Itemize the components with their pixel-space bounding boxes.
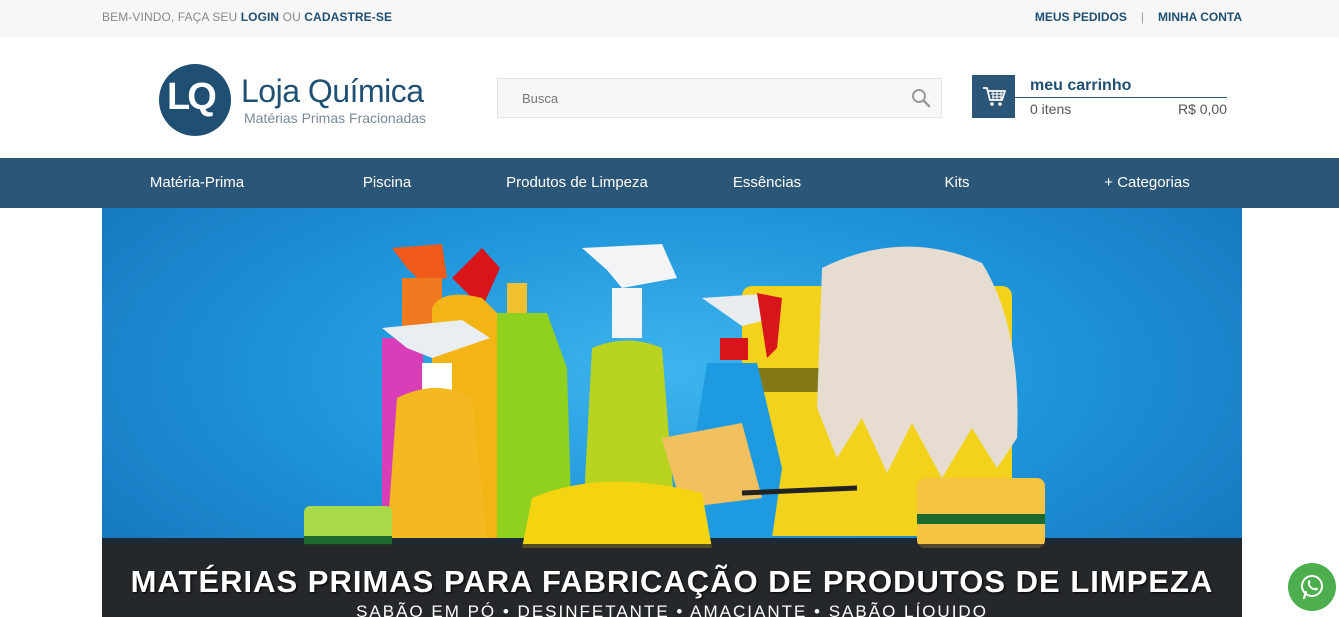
hero-banner[interactable]: MATÉRIAS PRIMAS PARA FABRICAÇÃO DE PRODU…	[102, 208, 1242, 617]
store-tagline: Matérias Primas Fracionadas	[244, 110, 427, 126]
store-name: Loja Química	[241, 73, 424, 109]
banner-subline: SABÃO EM PÓ • DESINFETANTE • AMACIANTE •…	[356, 602, 988, 617]
my-orders-link[interactable]: Meus pedidos	[1035, 10, 1127, 24]
my-account-link[interactable]: Minha conta	[1158, 10, 1242, 24]
nav-item-produtos-de-limpeza[interactable]: Produtos de Limpeza	[482, 158, 672, 208]
nav-item-kits[interactable]: Kits	[862, 158, 1052, 208]
cart-title: meu carrinho	[1030, 77, 1132, 94]
separator: |	[1140, 10, 1144, 24]
cart-total: R$ 0,00	[1177, 101, 1227, 117]
nav-item-piscina[interactable]: Piscina	[292, 158, 482, 208]
banner-headline: MATÉRIAS PRIMAS PARA FABRICAÇÃO DE PRODU…	[130, 564, 1214, 599]
or-text: ou	[282, 10, 301, 24]
search-input[interactable]	[498, 79, 878, 117]
register-link[interactable]: Cadastre-se	[304, 10, 392, 24]
account-links: Meus pedidos | Minha conta	[1035, 10, 1242, 24]
nav-item-essencias[interactable]: Essências	[672, 158, 862, 208]
welcome-prefix: Bem-vindo, faça seu	[102, 10, 238, 24]
nav-item-more-categories[interactable]: + Categorias	[1052, 158, 1242, 208]
login-link[interactable]: Login	[241, 10, 280, 24]
search-icon[interactable]	[911, 88, 931, 108]
cart-divider	[1015, 97, 1227, 98]
cart-icon[interactable]	[972, 75, 1015, 118]
main-navigation: Matéria-Prima Piscina Produtos de Limpez…	[0, 158, 1339, 208]
whatsapp-icon[interactable]	[1288, 563, 1336, 611]
logo-initials: LQ	[167, 76, 217, 118]
nav-item-materia-prima[interactable]: Matéria-Prima	[102, 158, 292, 208]
welcome-message: Bem-vindo, faça seu Login ou Cadastre-se	[102, 10, 392, 24]
mini-cart[interactable]: meu carrinho 0 itens R$ 0,00	[972, 75, 1227, 118]
cart-item-count: 0 itens	[1030, 101, 1072, 117]
logo-emblem: LQ	[159, 64, 231, 136]
search-box	[497, 78, 942, 118]
top-bar: Bem-vindo, faça seu Login ou Cadastre-se…	[0, 0, 1339, 38]
store-logo[interactable]: LQ Loja Química Matérias Primas Fraciona…	[159, 64, 426, 136]
